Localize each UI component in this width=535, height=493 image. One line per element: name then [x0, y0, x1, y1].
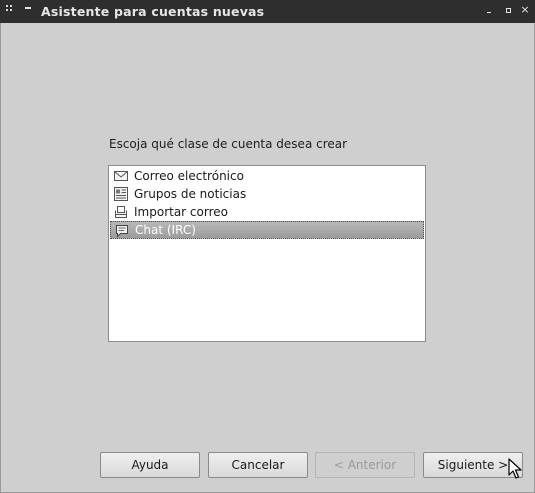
close-icon[interactable]: × — [519, 4, 531, 16]
list-item-label: Chat (IRC) — [135, 223, 196, 237]
maximize-icon[interactable] — [502, 4, 514, 16]
newspaper-icon — [114, 187, 128, 201]
prompt-label: Escoja qué clase de cuenta desea crear — [109, 137, 348, 151]
cancel-button[interactable]: Cancelar — [208, 452, 308, 478]
window-menu-grip-icon[interactable] — [6, 5, 12, 15]
list-item-label: Importar correo — [134, 205, 228, 219]
account-type-list[interactable]: Correo electrónico Grupos de noticias Im… — [108, 165, 426, 342]
mouse-pointer-icon — [508, 458, 522, 480]
list-item-label: Correo electrónico — [134, 169, 244, 183]
list-item-newsgroups[interactable]: Grupos de noticias — [110, 185, 424, 203]
import-mail-icon — [114, 205, 128, 219]
window-title: Asistente para cuentas nuevas — [41, 4, 265, 19]
shade-icon[interactable] — [25, 7, 31, 9]
window-titlebar[interactable]: Asistente para cuentas nuevas × — [0, 0, 535, 23]
help-button[interactable]: Ayuda — [100, 452, 200, 478]
envelope-icon — [114, 169, 128, 183]
minimize-icon[interactable] — [483, 4, 495, 16]
list-item-chat-irc[interactable]: Chat (IRC) — [110, 221, 424, 239]
chat-bubble-icon — [115, 224, 129, 238]
previous-button[interactable]: < Anterior — [315, 452, 415, 478]
list-item-import-mail[interactable]: Importar correo — [110, 203, 424, 221]
list-item-label: Grupos de noticias — [134, 187, 247, 201]
list-item-email[interactable]: Correo electrónico — [110, 167, 424, 185]
